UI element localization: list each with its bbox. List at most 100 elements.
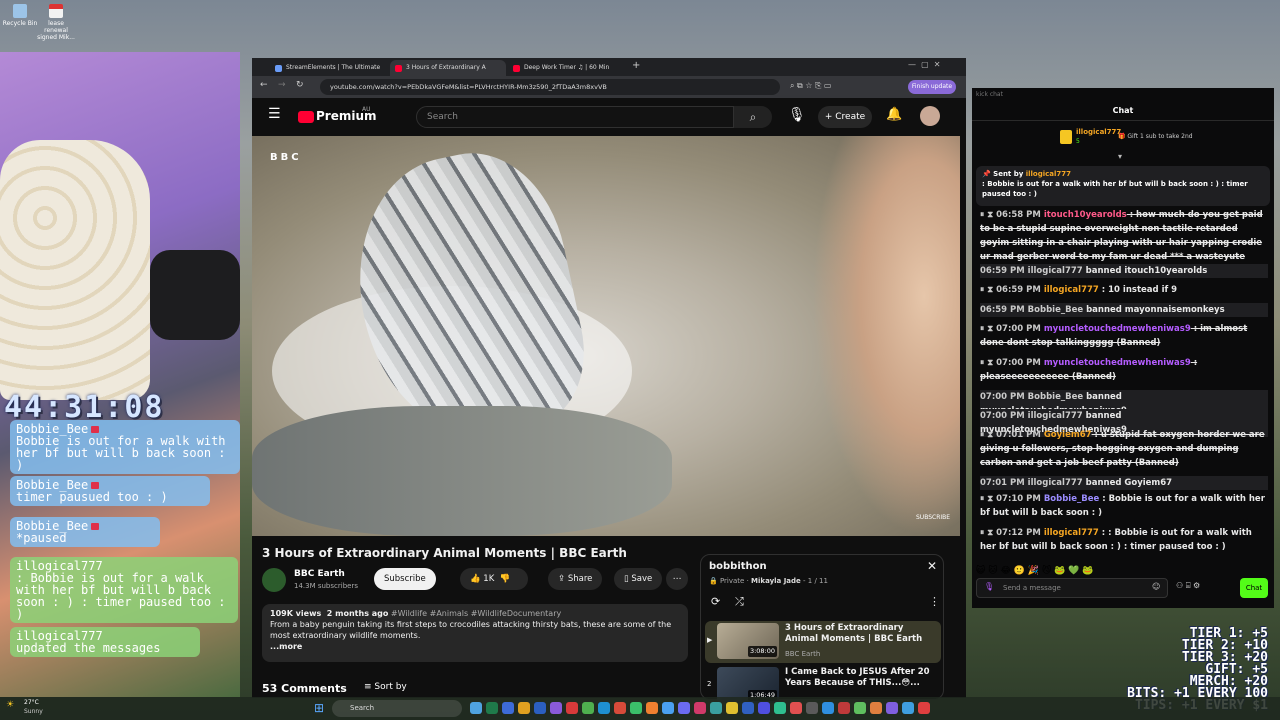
start-icon[interactable]: ⊞ [314, 701, 324, 715]
chat-message[interactable]: ⏸ ⧗ 07:10 PM Bobbie_Bee : Bobbie is out … [980, 492, 1268, 520]
taskbar-app-icon[interactable] [918, 702, 930, 714]
expand-icon[interactable]: ▾ [1118, 152, 1122, 161]
taskbar-app-icon[interactable] [758, 702, 770, 714]
taskbar-app-icon[interactable] [710, 702, 722, 714]
chat-message[interactable]: ⏸ ⧗ 07:01 PM Goyiem67 : u stupid fat oxy… [980, 428, 1268, 470]
channel-name[interactable]: BBC Earth [294, 569, 345, 579]
taskbar-app-icon[interactable] [486, 702, 498, 714]
taskbar-app-icon[interactable] [678, 702, 690, 714]
chat-message[interactable]: ⏸ ⧗ 07:00 PM myuncletouchedmewheniwas9 :… [980, 322, 1268, 350]
channel-avatar[interactable] [262, 568, 286, 592]
search-button[interactable]: ⌕ [734, 106, 772, 128]
taskbar-app-icon[interactable] [582, 702, 594, 714]
taskbar-app-icon[interactable] [662, 702, 674, 714]
chat-username[interactable]: itouch10yearolds [1044, 210, 1127, 220]
weather-icon[interactable]: ☀ [6, 700, 14, 710]
chat-message[interactable]: ⏸ ⧗ 07:12 PM illogical777 : : Bobbie is … [980, 526, 1268, 554]
taskbar-app-icon[interactable] [518, 702, 530, 714]
taskbar-app-icon[interactable] [774, 702, 786, 714]
playlist-item[interactable]: ▶ 3:08:00 3 Hours of Extraordinary Anima… [705, 621, 941, 663]
hashtags[interactable]: #Wildlife #Animals #WildlifeDocumentary [391, 609, 561, 618]
back-icon[interactable]: ← [260, 80, 268, 90]
chat-username[interactable]: Goyiem67 [1044, 430, 1092, 440]
chat-system-message[interactable]: 06:59 PM illogical777 banned itouch10yea… [980, 264, 1268, 278]
chat-username[interactable]: myuncletouchedmewheniwas9 [1044, 324, 1191, 334]
mic-icon[interactable]: 🎙 [984, 582, 994, 591]
menu-icon[interactable]: ☰ [268, 106, 281, 122]
chat-username[interactable]: myuncletouchedmewheniwas9 [1044, 358, 1191, 368]
video-player[interactable]: BBC SUBSCRIBE [252, 136, 960, 536]
toolbar-icons[interactable]: ⌕ ⧉ ☆ ⎘ ▭ [790, 81, 832, 91]
create-button[interactable]: + Create [818, 106, 872, 128]
pinned-message[interactable]: 📌 Sent by illogical777 : Bobbie is out f… [976, 166, 1270, 206]
taskbar-app-icon[interactable] [598, 702, 610, 714]
new-tab-button[interactable]: + [632, 60, 640, 71]
close-icon[interactable]: ✕ [927, 559, 937, 573]
taskbar-app-icon[interactable] [854, 702, 866, 714]
chat-username[interactable]: illogical777 [1028, 411, 1083, 421]
loop-icon[interactable]: ⟳ [711, 595, 720, 608]
playlist-owner[interactable]: Mikayla Jade [751, 577, 801, 585]
chat-message[interactable]: ⏸ ⧗ 06:59 PM illogical777 : 10 instead i… [980, 283, 1268, 297]
chat-input[interactable]: Send a message [976, 578, 1168, 598]
account-avatar[interactable] [920, 106, 940, 126]
send-chat-button[interactable]: Chat [1240, 578, 1268, 598]
taskbar-app-icon[interactable] [550, 702, 562, 714]
chat-username[interactable]: illogical777 [1028, 478, 1083, 488]
taskbar-app-icon[interactable] [902, 702, 914, 714]
more-link[interactable]: ...more [270, 642, 302, 651]
chat-system-message[interactable]: 07:01 PM illogical777 banned Goyiem67 [980, 476, 1268, 490]
taskbar-app-icon[interactable] [534, 702, 546, 714]
sort-button[interactable]: ≡ Sort by [364, 682, 407, 692]
chat-tools-icons[interactable]: ⚇ ⌸ ⚙ [1176, 581, 1200, 591]
tab-deep-work-timer[interactable]: Deep Work Timer ♫ | 60 Min [508, 60, 624, 76]
taskbar-app-icon[interactable] [694, 702, 706, 714]
chat-username[interactable]: illogical777 [1044, 285, 1099, 295]
chat-message[interactable]: ⏸ ⧗ 07:00 PM myuncletouchedmewheniwas9 :… [980, 356, 1268, 384]
chat-system-message[interactable]: 06:59 PM Bobbie_Bee banned mayonnaisemon… [980, 303, 1268, 317]
pinned-user[interactable]: illogical777 [1026, 170, 1071, 178]
gift-note[interactable]: 🎁 Gift 1 sub to take 2nd [1118, 133, 1193, 140]
shuffle-icon[interactable]: ⤮ [735, 595, 744, 609]
search-input[interactable]: Search [416, 106, 734, 128]
like-button[interactable]: 👍 1K 👎 [460, 568, 528, 590]
voice-search-icon[interactable]: 🎙 [788, 107, 806, 123]
tab-youtube-video[interactable]: 3 Hours of Extraordinary A [390, 60, 506, 76]
video-description[interactable]: 109K views 2 months ago #Wildlife #Anima… [262, 604, 688, 662]
save-button[interactable]: ▯ Save [614, 568, 663, 590]
more-actions-icon[interactable]: ⋯ [666, 568, 688, 590]
tab-streamelements[interactable]: StreamElements | The Ultimate [270, 60, 388, 76]
desktop-icon-pdf[interactable]: lease renewal signed Mik... [36, 4, 76, 41]
chat-username[interactable]: Bobbie_Bee [1028, 392, 1083, 402]
top-gifter-name[interactable]: illogical777 [1076, 128, 1121, 136]
emoji-icon[interactable]: ☺ [1152, 582, 1160, 591]
playlist-menu-icon[interactable]: ⋮ [929, 595, 940, 608]
chat-username[interactable]: illogical777 [1028, 266, 1083, 276]
reload-icon[interactable]: ↻ [296, 80, 304, 90]
taskbar-app-icon[interactable] [838, 702, 850, 714]
taskbar-app-icon[interactable] [630, 702, 642, 714]
window-controls[interactable]: — ▢ ✕ [908, 60, 940, 69]
subscribe-button[interactable]: Subscribe [374, 568, 436, 590]
chat-username[interactable]: Bobbie_Bee [1044, 494, 1099, 504]
forward-icon[interactable]: → [278, 80, 286, 90]
taskbar-app-icon[interactable] [870, 702, 882, 714]
taskbar-app-icon[interactable] [646, 702, 658, 714]
share-button[interactable]: ⇪ Share [548, 568, 603, 590]
taskbar-app-icon[interactable] [470, 702, 482, 714]
finish-update-button[interactable]: Finish update [908, 80, 956, 94]
taskbar-app-icon[interactable] [806, 702, 818, 714]
taskbar-app-icon[interactable] [614, 702, 626, 714]
chat-username[interactable]: illogical777 [1044, 528, 1099, 538]
taskbar-app-icon[interactable] [742, 702, 754, 714]
taskbar-app-icon[interactable] [822, 702, 834, 714]
taskbar-app-icon[interactable] [790, 702, 802, 714]
youtube-logo-icon[interactable] [298, 111, 314, 123]
chat-username[interactable]: Bobbie_Bee [1028, 305, 1083, 315]
taskbar-app-icon[interactable] [502, 702, 514, 714]
desktop-icon-recycle-bin[interactable]: Recycle Bin [0, 4, 40, 27]
notifications-icon[interactable]: 🔔 [886, 107, 902, 122]
taskbar-app-icon[interactable] [566, 702, 578, 714]
taskbar-app-icon[interactable] [726, 702, 738, 714]
taskbar-app-icon[interactable] [886, 702, 898, 714]
